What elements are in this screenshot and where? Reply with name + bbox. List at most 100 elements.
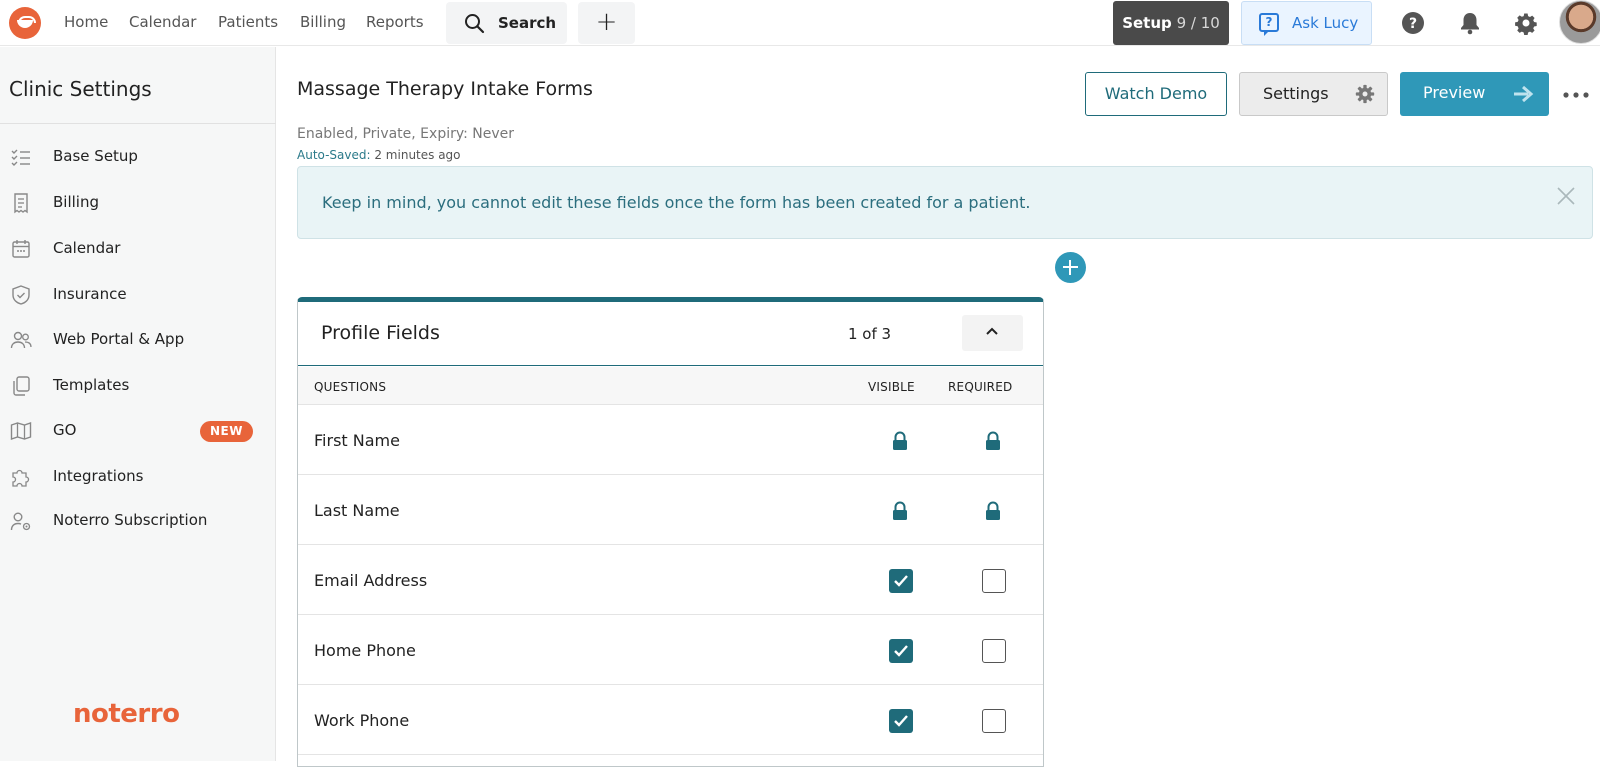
chevron-up-icon <box>986 327 998 335</box>
sidebar-divider <box>0 123 276 124</box>
preview-label: Preview <box>1423 83 1486 102</box>
watch-demo-button[interactable]: Watch Demo <box>1085 72 1227 116</box>
quick-add-button[interactable]: + <box>578 2 635 44</box>
sidebar-item-go[interactable]: GO NEW <box>0 411 276 451</box>
visible-checkbox[interactable] <box>889 639 913 663</box>
add-section-button[interactable] <box>1055 252 1086 283</box>
user-avatar[interactable] <box>1559 0 1600 44</box>
lock-icon <box>893 501 907 520</box>
sidebar-item-billing[interactable]: Billing <box>0 183 276 223</box>
gear-icon <box>1355 84 1375 104</box>
nav-reports[interactable]: Reports <box>366 13 424 31</box>
profile-fields-section: Profile Fields 1 of 3 QUESTIONS VISIBLE … <box>297 297 1044 767</box>
setup-count: 9 / 10 <box>1176 14 1220 32</box>
required-checkbox[interactable] <box>982 569 1006 593</box>
svg-text:?: ? <box>1409 16 1417 32</box>
question-label: Last Name <box>314 501 400 520</box>
column-required: REQUIRED <box>948 380 1013 394</box>
section-title: Profile Fields <box>321 322 440 344</box>
sidebar-item-integrations[interactable]: Integrations <box>0 457 276 497</box>
user-gear-icon <box>10 512 31 531</box>
settings-label: Settings <box>1263 84 1329 103</box>
puzzle-icon <box>12 469 30 487</box>
ask-lucy-button[interactable]: ? Ask Lucy <box>1241 1 1372 45</box>
nav-patients[interactable]: Patients <box>218 13 278 31</box>
checkmark-icon <box>894 575 908 587</box>
form-status: Enabled, Private, Expiry: Never <box>297 126 515 142</box>
nav-billing[interactable]: Billing <box>300 13 346 31</box>
nav-home[interactable]: Home <box>64 13 108 31</box>
arrow-right-icon <box>1514 85 1534 103</box>
table-row: Last Name <box>298 476 1043 545</box>
setup-progress-button[interactable]: Setup 9 / 10 <box>1113 1 1229 45</box>
noterro-brand-logo: noterro <box>73 699 180 729</box>
autosave-status: Auto-Saved: 2 minutes ago <box>297 148 461 162</box>
sidebar-item-subscription[interactable]: Noterro Subscription <box>0 501 276 541</box>
preview-button[interactable]: Preview <box>1400 72 1549 116</box>
lock-icon <box>986 501 1000 520</box>
sidebar-item-label: Calendar <box>53 239 121 257</box>
bell-icon[interactable] <box>1458 11 1482 35</box>
table-header: QUESTIONS VISIBLE REQUIRED <box>298 367 1043 405</box>
nav-calendar[interactable]: Calendar <box>129 13 196 31</box>
form-settings-button[interactable]: Settings <box>1239 72 1388 116</box>
question-label: Home Phone <box>314 641 416 660</box>
section-count: 1 of 3 <box>848 325 892 343</box>
search-icon <box>465 14 485 34</box>
sidebar-item-insurance[interactable]: Insurance <box>0 275 276 315</box>
sidebar-item-base-setup[interactable]: Base Setup <box>0 137 276 177</box>
new-badge: NEW <box>200 421 253 442</box>
table-row: Email Address <box>298 546 1043 615</box>
required-checkbox[interactable] <box>982 709 1006 733</box>
sidebar-item-web-portal[interactable]: Web Portal & App <box>0 320 276 360</box>
lock-icon <box>893 431 907 450</box>
autosave-time: 2 minutes ago <box>374 148 461 162</box>
sidebar-item-label: Insurance <box>53 285 127 303</box>
checkmark-icon <box>894 715 908 727</box>
checkmark-icon <box>894 645 908 657</box>
table-row: Home Phone <box>298 616 1043 685</box>
section-header: Profile Fields 1 of 3 <box>298 302 1043 366</box>
required-checkbox[interactable] <box>982 639 1006 663</box>
sidebar-item-templates[interactable]: Templates <box>0 366 276 406</box>
alert-message: Keep in mind, you cannot edit these fiel… <box>322 193 1031 212</box>
help-icon[interactable]: ? <box>1401 11 1425 35</box>
settings-sidebar: Clinic Settings Base Setup Billing Calen… <box>0 47 276 761</box>
collapse-section-button[interactable] <box>962 315 1023 351</box>
table-row: Work Phone <box>298 686 1043 755</box>
more-options-icon[interactable] <box>1562 90 1590 100</box>
sidebar-item-calendar[interactable]: Calendar <box>0 229 276 269</box>
top-navbar: Home Calendar Patients Billing Reports S… <box>0 0 1600 46</box>
info-alert: Keep in mind, you cannot edit these fiel… <box>297 166 1593 239</box>
close-icon[interactable] <box>1555 185 1577 207</box>
visible-checkbox[interactable] <box>889 709 913 733</box>
search-button[interactable]: Search <box>446 2 567 44</box>
question-label: Work Phone <box>314 711 410 730</box>
sidebar-item-label: GO <box>53 421 77 439</box>
column-visible: VISIBLE <box>868 380 915 394</box>
search-label: Search <box>498 14 557 32</box>
question-label: First Name <box>314 431 400 450</box>
receipt-icon <box>14 193 28 214</box>
map-icon <box>10 422 32 440</box>
gear-icon[interactable] <box>1514 11 1538 35</box>
ask-lucy-label: Ask Lucy <box>1292 14 1359 32</box>
sidebar-title: Clinic Settings <box>9 77 152 101</box>
sidebar-item-label: Web Portal & App <box>53 330 185 348</box>
checklist-icon <box>11 149 30 166</box>
copy-icon <box>13 376 30 396</box>
calendar-icon <box>12 240 30 258</box>
sidebar-item-label: Integrations <box>53 467 144 485</box>
visible-checkbox[interactable] <box>889 569 913 593</box>
sidebar-item-label: Templates <box>53 376 130 394</box>
column-questions: QUESTIONS <box>314 380 387 394</box>
sidebar-item-label: Base Setup <box>53 147 138 165</box>
users-icon <box>10 331 32 349</box>
autosave-label: Auto-Saved: <box>297 148 371 162</box>
question-label: Email Address <box>314 571 428 590</box>
page-title: Massage Therapy Intake Forms <box>297 78 593 100</box>
table-row: First Name <box>298 406 1043 475</box>
sidebar-item-label: Billing <box>53 193 99 211</box>
chat-question-icon: ? <box>1259 13 1279 36</box>
noterro-logo-icon[interactable] <box>9 7 41 39</box>
